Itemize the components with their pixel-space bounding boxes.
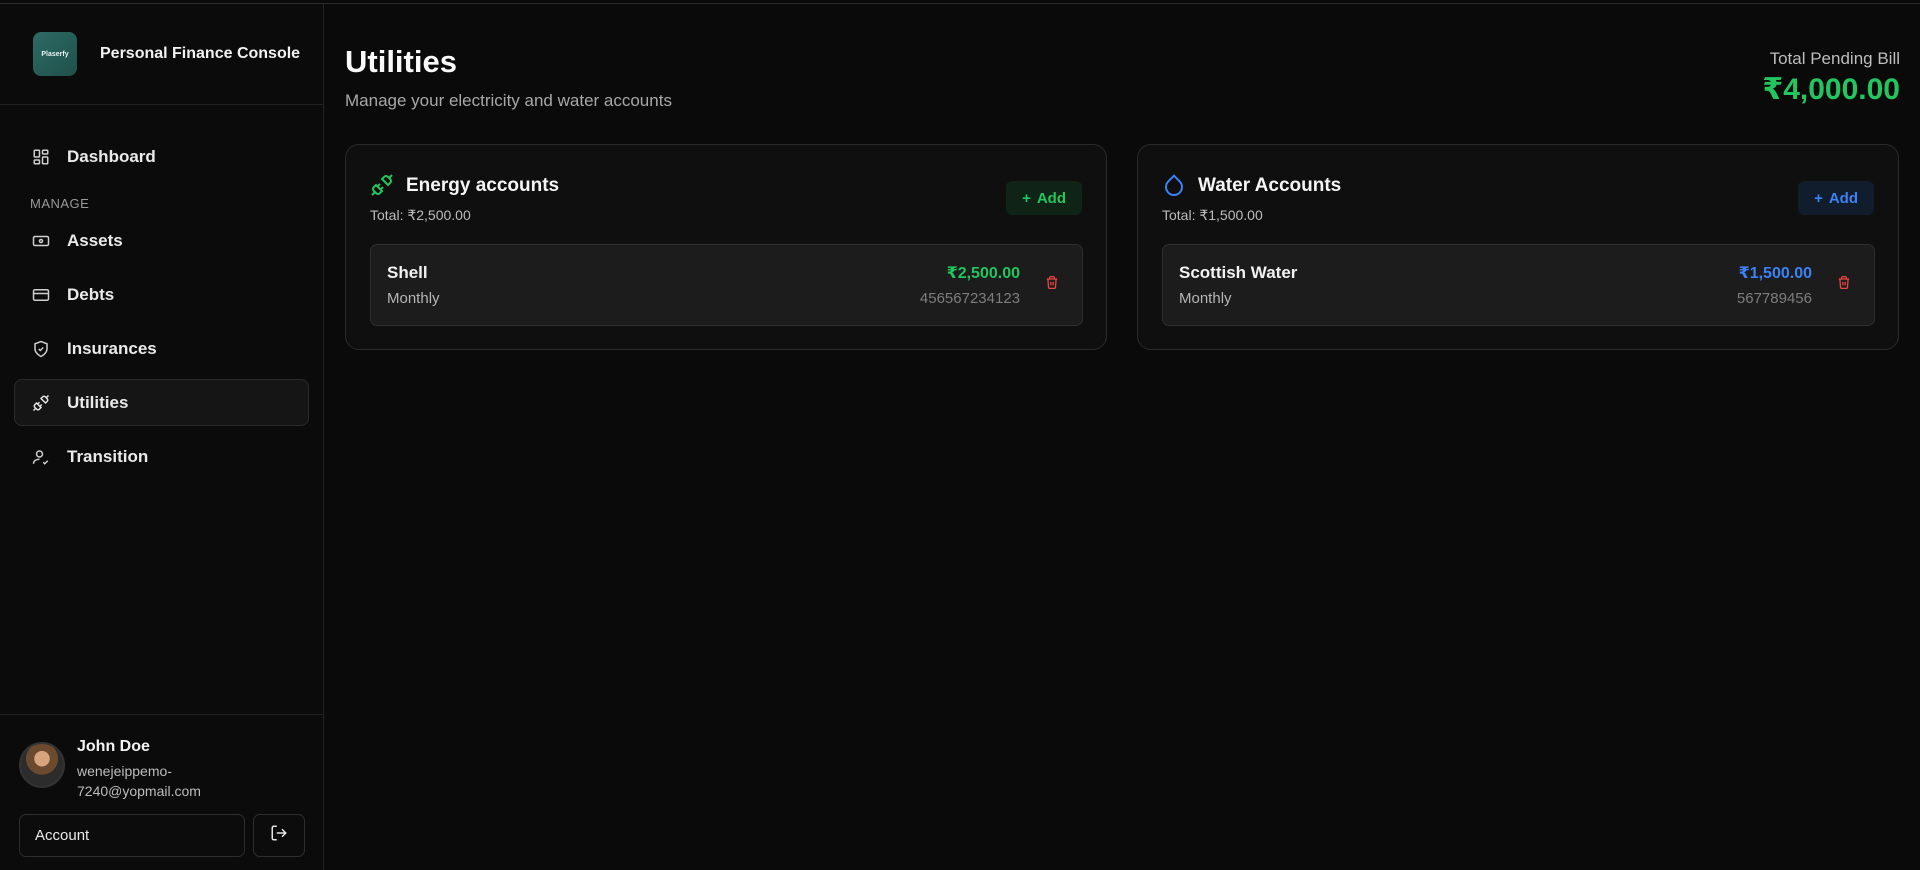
plus-icon: + xyxy=(1022,189,1031,207)
delete-button[interactable] xyxy=(1834,275,1854,295)
energy-accounts-card: Energy accounts Total: ₹2,500.00 + Add S… xyxy=(345,144,1107,350)
sidebar-nav: Dashboard MANAGE Assets Debts Insurances xyxy=(0,105,323,480)
delete-button[interactable] xyxy=(1042,275,1062,295)
sidebar-item-insurances[interactable]: Insurances xyxy=(14,325,309,372)
trash-icon xyxy=(1837,275,1851,295)
sidebar-item-label: Debts xyxy=(67,284,115,304)
account-name: Shell xyxy=(387,263,428,282)
logout-button[interactable] xyxy=(253,814,305,857)
trash-icon xyxy=(1045,275,1059,295)
sidebar-item-transition[interactable]: Transition xyxy=(14,433,309,480)
account-button[interactable]: Account xyxy=(19,814,245,857)
card-title: Energy accounts xyxy=(406,175,560,196)
list-item[interactable]: Shell Monthly ₹2,500.00 456567234123 xyxy=(370,244,1083,326)
sidebar-item-utilities[interactable]: Utilities xyxy=(14,379,309,426)
sidebar-item-debts[interactable]: Debts xyxy=(14,271,309,318)
card-title: Water Accounts xyxy=(1198,175,1342,196)
user-name: John Doe xyxy=(77,738,150,755)
banknote-icon xyxy=(31,231,51,251)
avatar[interactable] xyxy=(19,742,65,788)
sidebar-item-label: Utilities xyxy=(67,392,129,412)
card-total: Total: ₹2,500.00 xyxy=(370,207,471,223)
sidebar-item-dashboard[interactable]: Dashboard xyxy=(14,133,309,180)
account-name: Scottish Water xyxy=(1179,263,1298,282)
add-energy-account-button[interactable]: + Add xyxy=(1006,181,1082,215)
plus-icon: + xyxy=(1814,189,1823,207)
sidebar: Plaserfy Personal Finance Console Dashbo… xyxy=(0,4,324,870)
account-number: 567789456 xyxy=(1736,290,1812,307)
credit-card-icon xyxy=(31,285,51,305)
sidebar-item-label: Dashboard xyxy=(67,146,156,166)
add-label: Add xyxy=(1828,189,1858,207)
card-total: Total: ₹1,500.00 xyxy=(1162,207,1263,223)
user-email: wenejeippemo-7240@yopmail.com xyxy=(77,763,201,799)
total-pending-value: ₹4,000.00 xyxy=(1762,73,1900,106)
page-subtitle: Manage your electricity and water accoun… xyxy=(345,91,672,110)
plug-icon xyxy=(370,173,394,197)
sidebar-item-assets[interactable]: Assets xyxy=(14,217,309,264)
account-amount: ₹1,500.00 xyxy=(1738,265,1812,282)
logout-icon xyxy=(270,824,288,847)
brand-header: Plaserfy Personal Finance Console xyxy=(0,4,323,105)
sidebar-item-label: Assets xyxy=(67,230,123,250)
plug-icon xyxy=(31,393,51,413)
dashboard-icon xyxy=(31,147,51,167)
droplet-icon xyxy=(1162,173,1186,197)
total-pending-label: Total Pending Bill xyxy=(1769,49,1900,68)
shield-check-icon xyxy=(31,339,51,359)
user-profile: John Doe wenejeippemo-7240@yopmail.com A… xyxy=(0,714,323,870)
add-water-account-button[interactable]: + Add xyxy=(1798,181,1874,215)
water-accounts-card: Water Accounts Total: ₹1,500.00 + Add Sc… xyxy=(1137,144,1899,350)
section-label-manage: MANAGE xyxy=(30,196,90,211)
user-check-icon xyxy=(31,447,51,467)
sidebar-item-label: Transition xyxy=(67,446,149,466)
sidebar-item-label: Insurances xyxy=(67,338,157,358)
add-label: Add xyxy=(1036,189,1066,207)
account-frequency: Monthly xyxy=(1179,290,1232,307)
account-number: 456567234123 xyxy=(919,290,1020,307)
account-frequency: Monthly xyxy=(387,290,440,307)
app-logo[interactable]: Plaserfy xyxy=(33,32,77,76)
list-item[interactable]: Scottish Water Monthly ₹1,500.00 5677894… xyxy=(1162,244,1875,326)
page-title: Utilities xyxy=(345,44,457,79)
account-amount: ₹2,500.00 xyxy=(946,265,1020,282)
main-content: Utilities Manage your electricity and wa… xyxy=(325,4,1920,870)
app-name: Personal Finance Console xyxy=(100,45,301,62)
